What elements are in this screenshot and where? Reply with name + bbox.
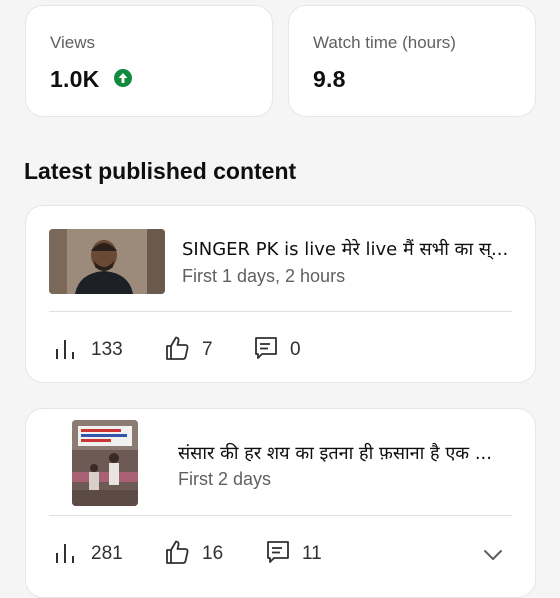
video-card[interactable]: SINGER PK is live मेरे live मैं सभी का स… <box>25 205 536 383</box>
video-thumbnail[interactable] <box>72 420 138 506</box>
thumbs-up-icon <box>166 336 189 360</box>
views-count: 281 <box>91 543 123 564</box>
video-title[interactable]: SINGER PK is live मेरे live मैं सभी का स… <box>182 237 514 261</box>
chevron-down-icon[interactable] <box>480 542 506 568</box>
views-value: 1.0K <box>50 66 100 92</box>
comments-count: 11 <box>302 543 322 564</box>
video-thumbnail[interactable] <box>49 229 165 294</box>
bar-chart-icon <box>56 340 74 359</box>
video-card[interactable]: संसार की हर शय का इतना ही फ़साना है एक .… <box>25 408 536 598</box>
video-published: First 2 days <box>178 469 272 489</box>
section-title: Latest published content <box>24 158 297 184</box>
views-card[interactable]: Views 1.0K <box>25 5 273 117</box>
watch-time-value: 9.8 <box>313 66 346 92</box>
comment-icon <box>255 337 277 359</box>
likes-count: 16 <box>202 543 224 564</box>
views-count: 133 <box>91 339 123 360</box>
video-title[interactable]: संसार की हर शय का इतना ही फ़साना है एक .… <box>178 441 514 465</box>
watch-time-label: Watch time (hours) <box>313 33 456 52</box>
thumbs-up-icon <box>166 540 189 564</box>
thumbnail-scene-graphic <box>72 420 138 506</box>
likes-count: 7 <box>202 339 213 360</box>
thumbnail-person-graphic <box>49 229 165 294</box>
arrow-up-circle-icon <box>114 69 132 87</box>
watch-time-card[interactable]: Watch time (hours) 9.8 <box>288 5 536 117</box>
views-label: Views <box>50 33 96 52</box>
divider <box>49 515 512 516</box>
comments-count: 0 <box>290 339 301 360</box>
divider <box>49 311 512 312</box>
video-published: First 1 days, 2 hours <box>182 266 346 286</box>
bar-chart-icon <box>56 544 74 563</box>
comment-icon <box>267 541 289 563</box>
